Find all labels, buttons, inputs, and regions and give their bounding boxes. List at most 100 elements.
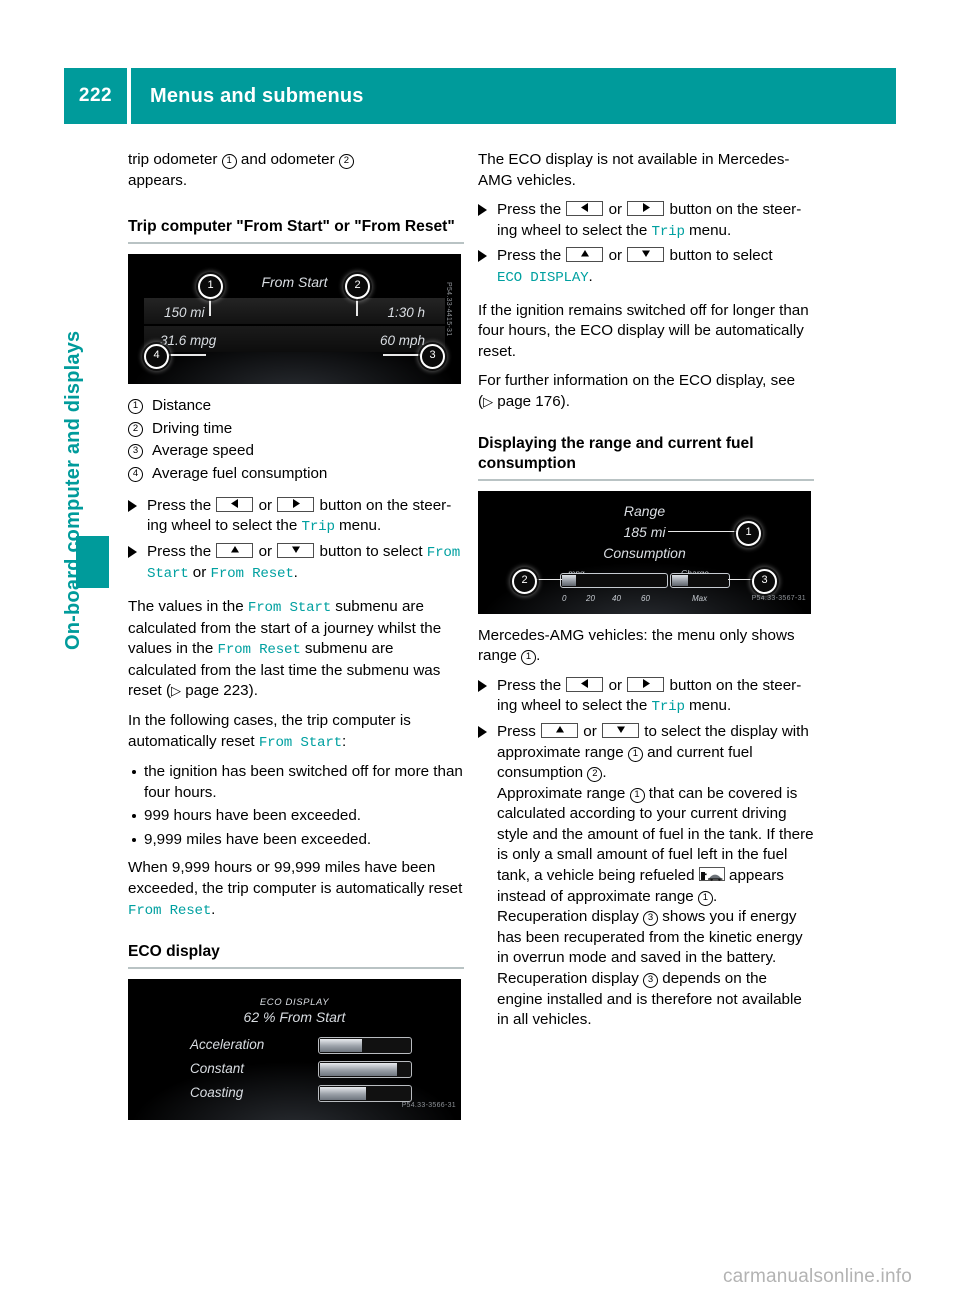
callout-bubble-2: 2	[512, 568, 537, 594]
page-header: 222 Menus and submenus	[64, 68, 896, 124]
right-arrow-button-icon[interactable]	[627, 676, 665, 692]
step-text-1: Press	[497, 722, 541, 740]
list-item: 999 hours have been exceeded.	[128, 806, 464, 827]
menu-name-from-reset: From Reset	[217, 642, 301, 659]
step-text-1: Press the	[497, 201, 566, 219]
eco-row-bar-fill	[320, 1087, 366, 1101]
down-arrow-button-icon[interactable]	[627, 247, 665, 263]
step-select-eco-display: Press the or button to select ECO DISPLA…	[478, 246, 814, 288]
callout-marker-1: 1	[697, 890, 713, 906]
paragraph-approximate-range: Approximate range 1 that can be covered …	[497, 784, 814, 906]
page-ref-arrow-icon: ▷	[171, 683, 182, 699]
legend-marker-3: 3	[128, 444, 143, 460]
step-text-4: menu.	[684, 221, 732, 239]
step-text-1: Press the	[497, 247, 566, 265]
leader-line-3	[383, 354, 421, 356]
legend-item: 1 Distance	[128, 396, 464, 417]
paragraph-amg-not-available: The ECO display is not available in Merc…	[478, 151, 790, 189]
menu-name-eco-display: ECO DISPLAY	[497, 269, 589, 286]
paragraph-recuperation-display: Recuperation display 3 shows you if ener…	[497, 908, 803, 1028]
left-arrow-button-icon[interactable]	[216, 496, 254, 512]
paragraph-further-info: For further information on the ECO displ…	[478, 371, 814, 412]
list-item: the ignition has been switched off for m…	[128, 762, 464, 803]
left-arrow-button-icon[interactable]	[566, 201, 604, 217]
step-text-2: or	[254, 542, 277, 560]
para-text-4: .	[712, 887, 718, 905]
step-text-2: or	[604, 676, 627, 694]
legend-label-3: Average speed	[152, 442, 254, 460]
page-number: 222	[78, 85, 113, 106]
step-select-from-start-reset: Press the or button to select From Start…	[128, 542, 464, 585]
page-reference-223[interactable]: page 223	[185, 682, 248, 699]
up-arrow-button-icon[interactable]	[566, 247, 604, 263]
para-text-1: Approximate range	[497, 784, 630, 802]
recuperation-gauge	[670, 572, 730, 588]
step-text-4: menu.	[684, 697, 732, 715]
trip-display-economy: 31.6 mpg	[160, 333, 217, 349]
down-arrow-button-icon[interactable]	[277, 542, 315, 558]
menu-name-from-reset: From Reset	[210, 566, 294, 583]
callout-marker-1: 1	[221, 154, 237, 169]
paragraph-when-exceeded: When 9,999 hours or 99,999 miles have be…	[128, 858, 464, 921]
step-text-2: or	[579, 722, 601, 740]
eco-row-bar-fill	[320, 1039, 363, 1053]
trip-display-speed: 60 mph	[379, 333, 425, 349]
list-item: 9,999 miles have been exceeded.	[128, 830, 464, 851]
recuperation-gauge-fill	[672, 574, 688, 586]
menu-name-trip: Trip	[301, 519, 335, 536]
legend-marker-2: 2	[128, 421, 143, 437]
step-arrow-icon	[128, 545, 137, 558]
gauge-tick-20: 20	[586, 593, 595, 603]
callout-bubble-1: 1	[198, 274, 223, 300]
intro-text-3: appears.	[128, 171, 188, 189]
consumption-gauge	[560, 572, 668, 588]
gauge-label-max: Max	[692, 593, 708, 603]
page-reference-176[interactable]: page 176	[497, 393, 560, 410]
right-column: The ECO display is not available in Merc…	[478, 150, 814, 1035]
trip-legend-list: 1 Distance 2 Driving time 3 Average spee…	[128, 396, 464, 484]
right-arrow-button-icon[interactable]	[627, 201, 665, 217]
eco-row-bar	[318, 1061, 412, 1079]
range-display-title: Range	[623, 502, 666, 519]
down-arrow-button-icon[interactable]	[602, 722, 639, 738]
callout-marker-3: 3	[643, 911, 659, 927]
consumption-gauge-fill	[562, 574, 576, 586]
para-text-2: ).	[560, 392, 570, 410]
range-display-value: 185 mi	[623, 523, 666, 540]
step-select-range-display: Press or to select the display with appr…	[478, 722, 814, 1031]
legend-item: 3 Average speed	[128, 441, 464, 462]
eco-row-constant: Constant	[190, 1059, 420, 1081]
range-display-consumption-label: Consumption	[603, 544, 686, 561]
menu-name-trip: Trip	[651, 223, 685, 240]
step-arrow-icon	[478, 679, 487, 692]
callout-marker-1: 1	[629, 787, 645, 803]
paragraph-values-explanation: The values in the From Start submenu are…	[128, 597, 464, 702]
para-text-2: :	[341, 732, 347, 750]
range-consumption-display-image: Range 185 mi Consumption mpg 0 20 40 60 …	[478, 490, 811, 614]
up-arrow-button-icon[interactable]	[541, 722, 579, 738]
gauge-tick-0: 0	[562, 593, 567, 603]
eco-row-label: Acceleration	[190, 1037, 265, 1053]
leader-line-4	[168, 354, 206, 356]
callout-bubble-2: 2	[345, 274, 370, 300]
trip-display-title: From Start	[261, 274, 328, 291]
chapter-side-tab-marker	[76, 536, 109, 588]
step-select-trip-menu: Press the or button on the steer-ing whe…	[478, 200, 814, 242]
paragraph-amg-range-only: Mercedes-AMG vehicles: the menu only sho…	[478, 626, 814, 667]
eco-display-image: ECO DISPLAY 62 % From Start Acceleration…	[128, 979, 461, 1121]
paragraph-auto-reset-cases: In the following cases, the trip compute…	[128, 711, 464, 753]
para-text-1: The values in the	[128, 597, 248, 615]
right-arrow-button-icon[interactable]	[277, 496, 315, 512]
gauge-tick-40: 40	[612, 593, 621, 603]
auto-reset-bullet-list: the ignition has been switched off for m…	[128, 762, 464, 850]
left-arrow-button-icon[interactable]	[566, 676, 604, 692]
legend-item: 2 Driving time	[128, 419, 464, 440]
step-text-1: Press the	[147, 542, 216, 560]
gauge-tick-60: 60	[641, 593, 650, 603]
callout-marker-3: 3	[643, 973, 659, 989]
up-arrow-button-icon[interactable]	[216, 542, 254, 558]
eco-row-label: Constant	[190, 1061, 245, 1077]
eco-image-id: P54.33-3566-31	[401, 1101, 456, 1109]
footer-watermark: carmanualsonline.info	[722, 1266, 912, 1287]
eco-row-acceleration: Acceleration	[190, 1035, 420, 1057]
